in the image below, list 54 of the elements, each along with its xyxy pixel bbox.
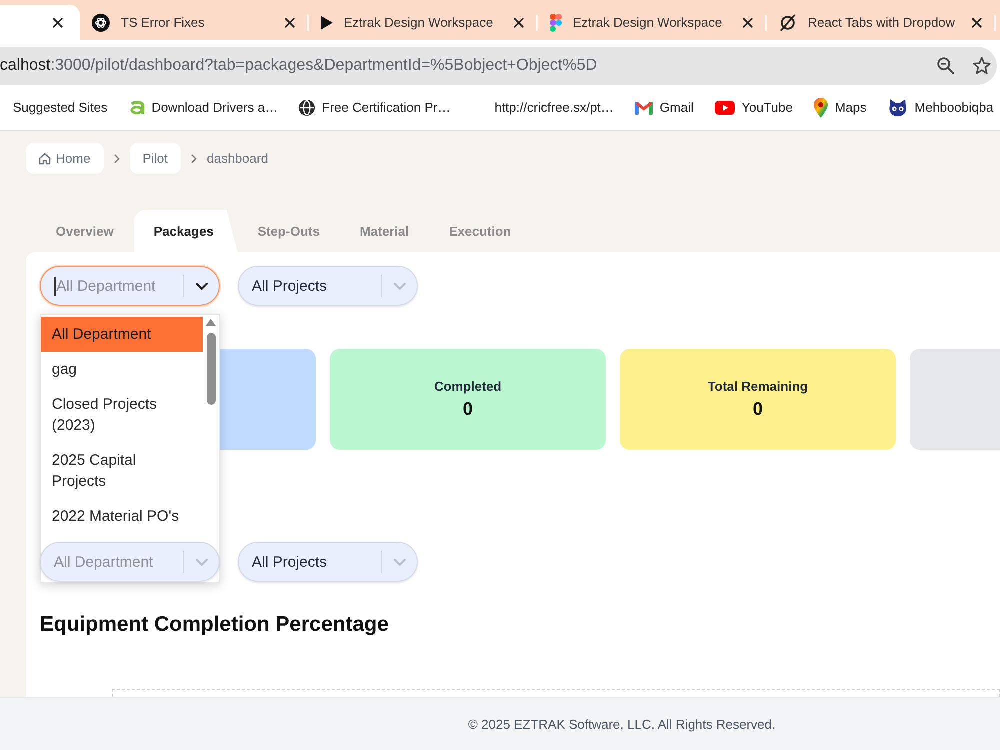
scroll-up-icon[interactable] (206, 319, 216, 326)
stat-value: 0 (462, 399, 473, 420)
project-select[interactable]: All Projects (238, 542, 418, 582)
knot-logo-icon (92, 14, 110, 32)
stat-label: Total Remaining (708, 379, 808, 394)
map-pin-icon (814, 98, 828, 118)
play-icon (321, 16, 333, 30)
home-icon (39, 152, 51, 164)
bookmark-link[interactable]: Download Drivers a… (128, 100, 278, 115)
browser-tab[interactable]: TS Error Fixes (80, 5, 309, 40)
address-bar[interactable]: calhost:3000/pilot/dashboard?tab=packages&DepartmentId=%5Bobject+Object%5D (0, 47, 997, 85)
scrollbar-thumb[interactable] (206, 333, 216, 405)
bookmark-link[interactable]: Gmail (634, 100, 694, 115)
play-button-icon (714, 100, 735, 114)
stat-label: Completed (434, 379, 502, 394)
project-select[interactable]: All Projects (238, 266, 418, 306)
browser-tab[interactable]: React Tabs with Dropdow (767, 5, 996, 40)
dropdown-option[interactable]: gag (41, 352, 203, 387)
color-blocks-logo-icon (550, 14, 562, 32)
bookmark-link[interactable]: YouTube (714, 100, 793, 115)
stat-value: 0 (752, 399, 763, 420)
close-icon[interactable] (53, 18, 63, 28)
bookmark-star-icon[interactable] (973, 57, 991, 75)
browser-tab[interactable]: Eztrak Design Workspace (538, 5, 767, 40)
browser-tab[interactable]: Eztrak Design Workspace (309, 5, 538, 40)
slashed-circle-icon (779, 14, 797, 32)
logo-icon (128, 100, 145, 114)
globe-icon (299, 100, 316, 116)
chevron-right-icon (114, 154, 120, 164)
zoom-icon[interactable] (937, 57, 955, 75)
tab[interactable]: Packages (134, 210, 238, 252)
chevron-down-icon[interactable] (196, 282, 208, 290)
bookmark-link[interactable]: http://cricfree.sx/pt… (472, 100, 614, 116)
close-icon[interactable] (972, 18, 982, 28)
breadcrumb-link[interactable]: Pilot (130, 143, 181, 174)
dropdown-option[interactable]: 2025 Capital Projects (41, 443, 203, 499)
close-icon[interactable] (743, 18, 753, 28)
bookmark-link[interactable]: Maps (814, 98, 867, 118)
copyright-text: © 2025 EZTRAK Software, LLC. All Rights Reserved. (468, 716, 776, 732)
close-icon[interactable] (285, 18, 295, 28)
bookmark-link[interactable]: Free Certification Pr… (299, 100, 451, 116)
breadcrumb-current: dashboard (206, 151, 268, 166)
breadcrumb-link[interactable]: Home (26, 143, 104, 174)
chevron-right-icon (190, 154, 197, 164)
bookmark-link[interactable]: Mehboobiqba (888, 98, 994, 116)
dropdown-option[interactable]: 2022 Material PO's (41, 499, 203, 534)
mail-icon (634, 100, 653, 114)
cat-face-icon (888, 98, 908, 116)
dropdown-option[interactable]: All Department (41, 317, 203, 352)
section-heading: Equipment Completion Percentage (40, 612, 390, 637)
bookmark-link[interactable]: Suggested Sites (13, 100, 108, 115)
close-icon[interactable] (514, 18, 524, 28)
text-cursor-icon (54, 276, 56, 296)
dropdown-option[interactable]: Closed Projects (2023) (41, 387, 203, 443)
